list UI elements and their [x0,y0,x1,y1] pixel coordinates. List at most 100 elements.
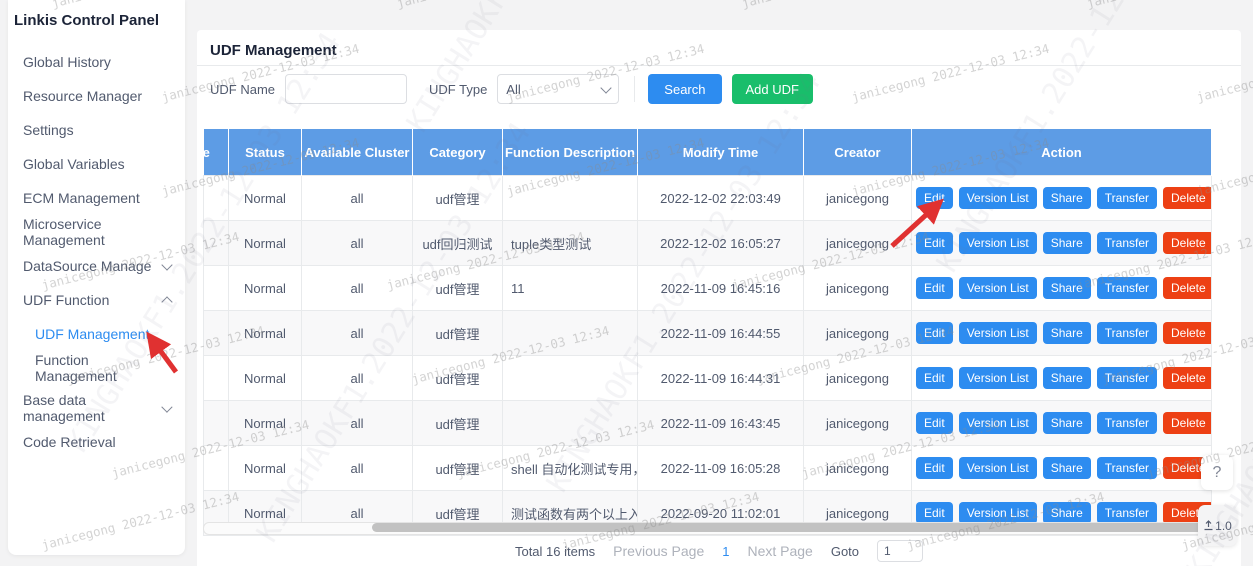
cell-action: EditVersion ListShareTransferDelete [912,446,1212,491]
edit-button[interactable]: Edit [916,367,953,389]
sidebar-item-label: Resource Manager [23,88,142,104]
scrollbar-thumb[interactable] [372,523,1210,532]
watermark-text: janicegong 2022-12-03 12:34 [395,0,596,11]
page-title: UDF Management [210,42,337,59]
add-udf-button[interactable]: Add UDF [732,74,813,104]
delete-button[interactable]: Delete [1163,412,1212,434]
edit-button[interactable]: Edit [916,187,953,209]
udf-table: eStatusAvailable ClusterCategoryFunction… [203,128,1211,536]
sidebar-item-label: Code Retrieval [23,434,116,450]
transfer-button[interactable]: Transfer [1097,232,1157,254]
sidebar-item-ecm-management[interactable]: ECM Management [8,181,185,215]
sidebar-item-function-management[interactable]: Function Management [8,351,185,385]
next-page-button[interactable]: Next Page [747,543,812,559]
sidebar-item-microservice-management[interactable]: Microservice Management [8,215,185,249]
sidebar-menu: Global History Resource Manager Settings Gl… [8,45,185,459]
cell-cluster: all [302,401,413,446]
cell-category: udf管理 [413,446,503,491]
sidebar-item-code-retrieval[interactable]: Code Retrieval [8,425,185,459]
edit-button[interactable]: Edit [916,457,953,479]
transfer-button[interactable]: Transfer [1097,457,1157,479]
cell-action: Edit Version List Share Transfer Delete [912,176,1212,221]
sidebar-item-udf-function[interactable]: UDF Function [8,283,185,317]
chevron-down-icon [601,82,612,93]
sidebar-item-global-variables[interactable]: Global Variables [8,147,185,181]
delete-button[interactable]: Delete [1163,367,1212,389]
version-list-button[interactable]: Version List [959,277,1037,299]
cell-creator: janicegong [804,401,912,446]
cell-clipped [204,311,229,356]
udf-type-select[interactable]: All [497,74,619,104]
sidebar-item-label: Base data management [23,392,163,424]
table-header-row: eStatusAvailable ClusterCategoryFunction… [204,129,1212,176]
question-mark-icon: ? [1213,464,1222,482]
version-list-button[interactable]: Version List [959,187,1037,209]
cell-action: Edit Version List Share Transfer Delete [912,266,1212,311]
cell-modify-time: 2022-11-09 16:44:55 [638,311,804,356]
version-button[interactable]: 1.0 [1198,505,1237,546]
cell-creator: janicegong [804,311,912,356]
delete-button[interactable]: Delete [1163,277,1212,299]
goto-page-input[interactable] [877,540,923,562]
share-button[interactable]: Share [1043,187,1091,209]
edit-button[interactable]: Edit [916,502,953,524]
share-button[interactable]: Share [1043,277,1091,299]
previous-page-button[interactable]: Previous Page [613,543,704,559]
sidebar-item-label: ECM Management [23,190,140,206]
delete-button[interactable]: Delete [1163,187,1212,209]
cell-description [503,401,638,446]
edit-button[interactable]: Edit [916,277,953,299]
share-button[interactable]: Share [1043,232,1091,254]
version-list-button[interactable]: Version List [959,322,1037,344]
udf-name-input[interactable] [285,74,407,104]
cell-category: udf管理 [413,401,503,446]
cell-description: shell 自动化测试专用，勿... [503,446,638,491]
sidebar-item-udf-management[interactable]: UDF Management [8,317,185,351]
cell-creator: janicegong [804,176,912,221]
share-button[interactable]: Share [1043,412,1091,434]
version-label: 1.0 [1215,519,1232,533]
edit-button[interactable]: Edit [916,412,953,434]
sidebar-item-datasource-manage[interactable]: DataSource Manage [8,249,185,283]
sidebar-item-label: Settings [23,122,74,138]
cell-description [503,176,638,221]
horizontal-scrollbar[interactable] [203,522,1213,535]
watermark-text: janicegong 2022-12-03 12:34 [740,0,941,11]
transfer-button[interactable]: Transfer [1097,412,1157,434]
cell-cluster: all [302,221,413,266]
cell-modify-time: 2022-11-09 16:45:16 [638,266,804,311]
table-row: Normalalludf管理112022-11-09 16:45:16janic… [204,266,1212,311]
help-button[interactable]: ? [1201,455,1233,490]
version-list-button[interactable]: Version List [959,502,1037,524]
cell-clipped [204,401,229,446]
version-list-button[interactable]: Version List [959,412,1037,434]
transfer-button[interactable]: Transfer [1097,502,1157,524]
share-button[interactable]: Share [1043,457,1091,479]
share-button[interactable]: Share [1043,502,1091,524]
sidebar-item-settings[interactable]: Settings [8,113,185,147]
search-button[interactable]: Search [648,74,721,104]
edit-button[interactable]: Edit [916,322,953,344]
cell-modify-time: 2022-12-02 22:03:49 [638,176,804,221]
cell-action: Edit Version List Share Transfer Delete [912,311,1212,356]
transfer-button[interactable]: Transfer [1097,367,1157,389]
share-button[interactable]: Share [1043,322,1091,344]
share-button[interactable]: Share [1043,367,1091,389]
sidebar-item-global-history[interactable]: Global History [8,45,185,79]
current-page-button[interactable]: 1 [722,544,729,559]
transfer-button[interactable]: Transfer [1097,187,1157,209]
chevron-up-icon [161,296,172,307]
version-list-button[interactable]: Version List [959,457,1037,479]
cell-category: udf管理 [413,311,503,356]
delete-button[interactable]: Delete [1163,232,1212,254]
version-list-button[interactable]: Version List [959,367,1037,389]
sidebar-item-base-data-management[interactable]: Base data management [8,391,185,425]
watermark-text: janicegong 2022-12-03 12:34 [1085,0,1253,11]
edit-button[interactable]: Edit [916,232,953,254]
delete-button[interactable]: Delete [1163,322,1212,344]
transfer-button[interactable]: Transfer [1097,277,1157,299]
transfer-button[interactable]: Transfer [1097,322,1157,344]
version-list-button[interactable]: Version List [959,232,1037,254]
sidebar-item-label: DataSource Manage [23,258,151,274]
sidebar-item-resource-manager[interactable]: Resource Manager [8,79,185,113]
